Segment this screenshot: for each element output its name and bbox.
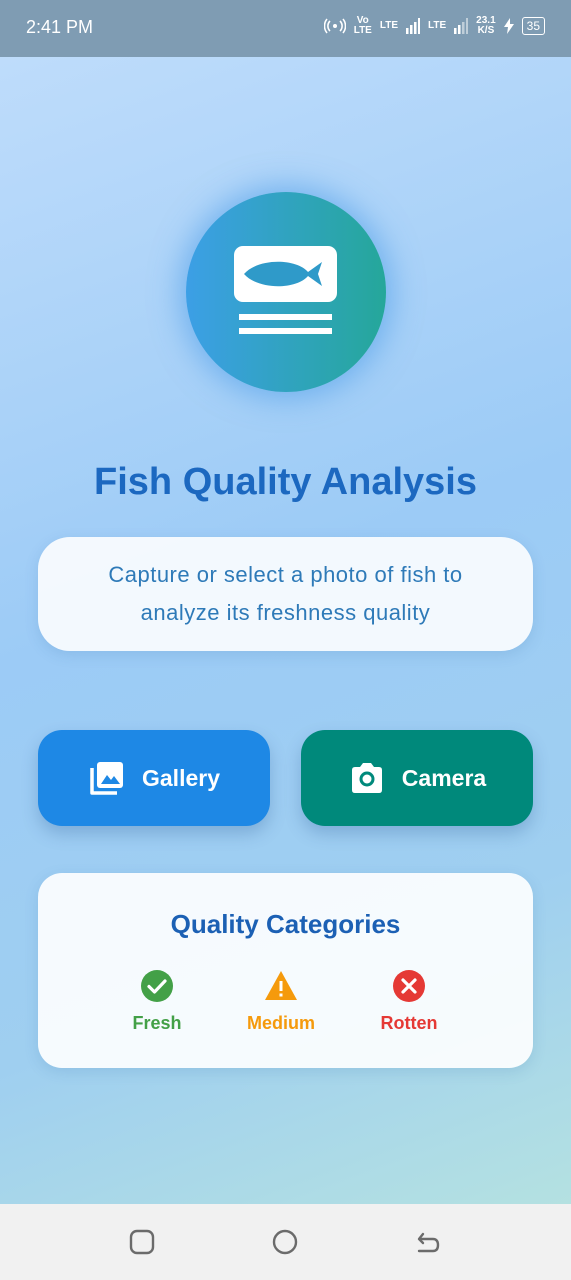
app-logo: [186, 192, 386, 392]
quality-categories-title: Quality Categories: [170, 909, 401, 939]
gallery-icon: [90, 762, 123, 795]
home-button[interactable]: [271, 1228, 299, 1256]
category-label: Medium: [246, 1013, 315, 1033]
lte-indicator-2: LTE: [428, 21, 446, 31]
signal-icon-2: [454, 18, 469, 34]
hotspot-icon: [323, 18, 346, 34]
status-bar: 2:41 PM Vo LTE LTE LTE 23.1 K/S 35: [0, 0, 571, 57]
category-fresh: Fresh: [97, 969, 217, 1034]
lte-label-2: LTE: [428, 20, 447, 31]
page-title: Fish Quality Analysis: [94, 461, 477, 503]
check-circle-icon: [141, 970, 173, 1002]
quality-categories-card: Quality Categories Fresh Medium Rotten: [38, 873, 533, 1068]
category-medium: Medium: [221, 969, 341, 1034]
recents-button[interactable]: [128, 1228, 156, 1256]
speed-unit: K/S: [477, 25, 495, 36]
camera-icon: [351, 763, 382, 793]
network-speed: 23.1 K/S: [476, 16, 495, 36]
fish-report-icon: [234, 246, 337, 334]
gallery-button[interactable]: Gallery: [38, 730, 270, 826]
app-screen: 2:41 PM Vo LTE LTE LTE 23.1 K/S 35 Fish …: [0, 0, 571, 1280]
volte-bottom: LTE: [353, 25, 372, 36]
gallery-button-label: Gallery: [142, 764, 220, 791]
warning-icon: [265, 971, 297, 1000]
system-navigation-bar: [0, 1204, 571, 1280]
category-rotten: Rotten: [349, 969, 469, 1034]
subtitle-text: Capture or select a photo of fish to ana…: [108, 562, 463, 625]
lte-label-1: LTE: [379, 20, 399, 31]
volte-indicator: Vo LTE: [354, 16, 372, 36]
back-button[interactable]: [414, 1228, 442, 1256]
main-content: Fish Quality Analysis Capture or select …: [0, 57, 571, 1204]
lte-indicator-1: LTE: [380, 21, 398, 31]
camera-button[interactable]: Camera: [301, 730, 533, 826]
signal-icon-1: [406, 18, 421, 34]
status-time: 2:41 PM: [26, 17, 94, 37]
charging-icon: [503, 18, 514, 34]
camera-button-label: Camera: [401, 764, 487, 791]
status-icons: Vo LTE LTE LTE 23.1 K/S 35: [323, 16, 545, 36]
battery-indicator: 35: [521, 17, 545, 35]
category-label: Rotten: [380, 1013, 438, 1033]
subtitle-card: Capture or select a photo of fish to ana…: [38, 537, 533, 651]
category-label: Fresh: [132, 1013, 182, 1033]
x-circle-icon: [393, 970, 425, 1002]
